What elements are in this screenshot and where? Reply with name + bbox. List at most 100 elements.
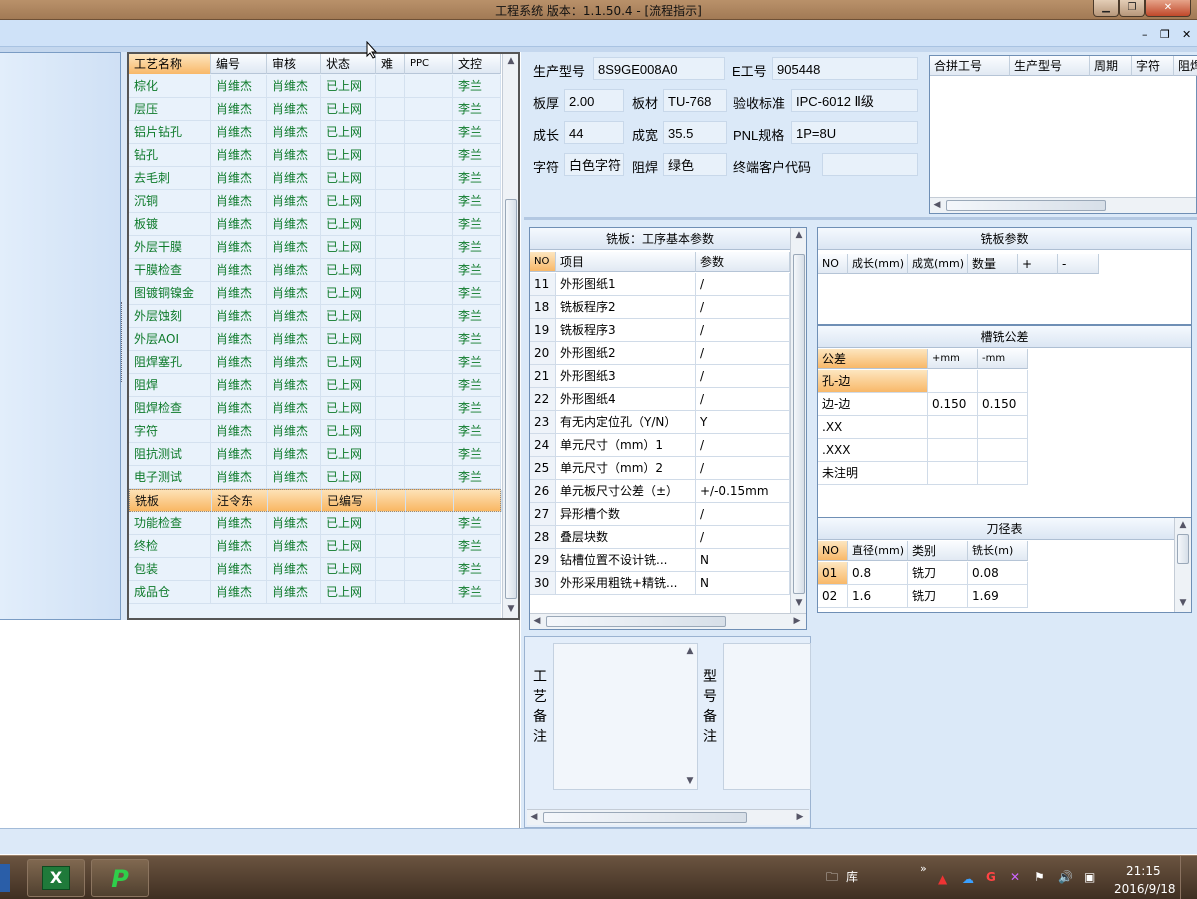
cell-ppc[interactable]	[405, 305, 453, 327]
tray-x-icon[interactable]: ✕	[1010, 870, 1020, 884]
cell-difficulty[interactable]	[376, 374, 405, 396]
cell-review[interactable]: 肖维杰	[267, 351, 321, 373]
cell-process-name[interactable]: 外层AOI	[129, 328, 211, 350]
basic-cell-param[interactable]: /	[696, 296, 790, 319]
cell-number[interactable]: 肖维杰	[211, 558, 267, 580]
merge-hscrollbar[interactable]: ◀	[930, 197, 1196, 213]
table-row[interactable]: 终检 肖维杰 肖维杰 已上网 李兰	[129, 535, 501, 558]
cell-process-name[interactable]: 钻孔	[129, 144, 211, 166]
cell-ppc[interactable]	[405, 397, 453, 419]
basic-cell-no[interactable]: 26	[530, 480, 556, 503]
cell-process-name[interactable]: 阻焊检查	[129, 397, 211, 419]
cell-number[interactable]: 肖维杰	[211, 535, 267, 557]
cell-process-name[interactable]: 功能检查	[129, 512, 211, 534]
basic-cell-item[interactable]: 叠层块数	[556, 526, 696, 549]
slot-cell-plus[interactable]: 0.150	[928, 393, 978, 416]
tray-cloud-icon[interactable]: ☁	[962, 872, 974, 886]
cell-doc-control[interactable]	[454, 490, 502, 512]
prod-model-field[interactable]: 8S9GE008A0	[593, 57, 725, 80]
mill-remove-button[interactable]: -	[1058, 254, 1099, 274]
header-ppc[interactable]: PPC	[405, 54, 453, 74]
table-row[interactable]: 棕化 肖维杰 肖维杰 已上网 李兰	[129, 75, 501, 98]
table-row[interactable]: 钻孔 肖维杰 肖维杰 已上网 李兰	[129, 144, 501, 167]
cell-review[interactable]: 肖维杰	[267, 305, 321, 327]
basic-cell-no[interactable]: 27	[530, 503, 556, 526]
remarks-hscrollbar[interactable]: ◀ ▶	[527, 809, 809, 825]
e-no-field[interactable]: 905448	[772, 57, 918, 80]
basic-cell-param[interactable]: /	[696, 342, 790, 365]
standard-field[interactable]: IPC-6012 Ⅱ级	[791, 89, 918, 112]
cell-review[interactable]: 肖维杰	[267, 190, 321, 212]
basic-cell-no[interactable]: 19	[530, 319, 556, 342]
cell-difficulty[interactable]	[376, 351, 405, 373]
basic-header-param[interactable]: 参数	[696, 252, 790, 272]
basic-cell-no[interactable]: 23	[530, 411, 556, 434]
cell-ppc[interactable]	[405, 213, 453, 235]
cell-doc-control[interactable]: 李兰	[453, 144, 501, 166]
cell-ppc[interactable]	[405, 282, 453, 304]
cell-process-name[interactable]: 阻焊塞孔	[129, 351, 211, 373]
cell-doc-control[interactable]: 李兰	[453, 466, 501, 488]
basic-cell-item[interactable]: 外形图纸4	[556, 388, 696, 411]
cell-process-name[interactable]: 电子测试	[129, 466, 211, 488]
header-number[interactable]: 编号	[211, 54, 267, 74]
tray-app-icon[interactable]: ▲	[938, 872, 947, 886]
app-taskbar-button[interactable]: P	[91, 859, 149, 897]
tool-header-type[interactable]: 类别	[908, 541, 968, 561]
cell-status[interactable]: 已上网	[321, 167, 376, 189]
cell-difficulty[interactable]	[376, 443, 405, 465]
splitter-grip[interactable]	[121, 302, 126, 382]
cell-difficulty[interactable]	[376, 558, 405, 580]
cell-doc-control[interactable]: 李兰	[453, 443, 501, 465]
start-button-edge[interactable]	[0, 864, 10, 892]
header-doc-control[interactable]: 文控	[453, 54, 501, 74]
slot-header-minus[interactable]: -mm	[978, 349, 1028, 369]
slot-cell-tolerance[interactable]: 边-边	[818, 393, 928, 416]
basic-cell-param[interactable]: +/-0.15mm	[696, 480, 790, 503]
basic-header-item[interactable]: 项目	[556, 252, 696, 272]
cell-ppc[interactable]	[405, 535, 453, 557]
merge-scroll-thumb[interactable]	[946, 200, 1106, 211]
cell-review[interactable]: 肖维杰	[267, 581, 321, 603]
mill-header-no[interactable]: NO	[818, 254, 848, 274]
table-row[interactable]: 阻抗测试 肖维杰 肖维杰 已上网 李兰	[129, 443, 501, 466]
cell-status[interactable]: 已上网	[321, 374, 376, 396]
table-row[interactable]: 铣板 汪令东 已编写	[129, 489, 502, 512]
maximize-button[interactable]: ❐	[1119, 0, 1145, 17]
slot-cell-minus[interactable]	[978, 439, 1028, 462]
cell-review[interactable]: 肖维杰	[267, 75, 321, 97]
slot-header-tolerance[interactable]: 公差	[818, 349, 928, 369]
basic-cell-item[interactable]: 单元板尺寸公差（±）	[556, 480, 696, 503]
table-row[interactable]: 沉铜 肖维杰 肖维杰 已上网 李兰	[129, 190, 501, 213]
basic-cell-item[interactable]: 外形图纸1	[556, 273, 696, 296]
basic-cell-no[interactable]: 25	[530, 457, 556, 480]
table-row[interactable]: 功能检查 肖维杰 肖维杰 已上网 李兰	[129, 512, 501, 535]
merge-header-job[interactable]: 合拼工号	[930, 56, 1010, 76]
cell-status[interactable]: 已上网	[321, 558, 376, 580]
cell-difficulty[interactable]	[376, 259, 405, 281]
cell-status[interactable]: 已编写	[322, 490, 377, 512]
cell-difficulty[interactable]	[377, 490, 406, 512]
cell-ppc[interactable]	[405, 512, 453, 534]
cell-review[interactable]: 肖维杰	[267, 397, 321, 419]
table-row[interactable]: 图镀铜镍金 肖维杰 肖维杰 已上网 李兰	[129, 282, 501, 305]
cell-ppc[interactable]	[405, 558, 453, 580]
mill-header-width[interactable]: 成宽(mm)	[908, 254, 968, 274]
cell-process-name[interactable]: 成品仓	[129, 581, 211, 603]
tool-cell-length[interactable]: 1.69	[968, 585, 1028, 608]
cell-doc-control[interactable]: 李兰	[453, 190, 501, 212]
cell-difficulty[interactable]	[376, 236, 405, 258]
cell-doc-control[interactable]: 李兰	[453, 535, 501, 557]
basic-cell-no[interactable]: 30	[530, 572, 556, 595]
show-desktop-button[interactable]	[1180, 856, 1197, 899]
cell-difficulty[interactable]	[376, 190, 405, 212]
basic-cell-item[interactable]: 铣板程序2	[556, 296, 696, 319]
close-button[interactable]: ✕	[1145, 0, 1191, 17]
cell-process-name[interactable]: 层压	[129, 98, 211, 120]
cell-process-name[interactable]: 沉铜	[129, 190, 211, 212]
cell-difficulty[interactable]	[376, 328, 405, 350]
cell-process-name[interactable]: 铣板	[130, 490, 212, 512]
cell-process-name[interactable]: 铝片钻孔	[129, 121, 211, 143]
scroll-down-icon[interactable]: ▼	[791, 598, 807, 608]
cell-difficulty[interactable]	[376, 535, 405, 557]
